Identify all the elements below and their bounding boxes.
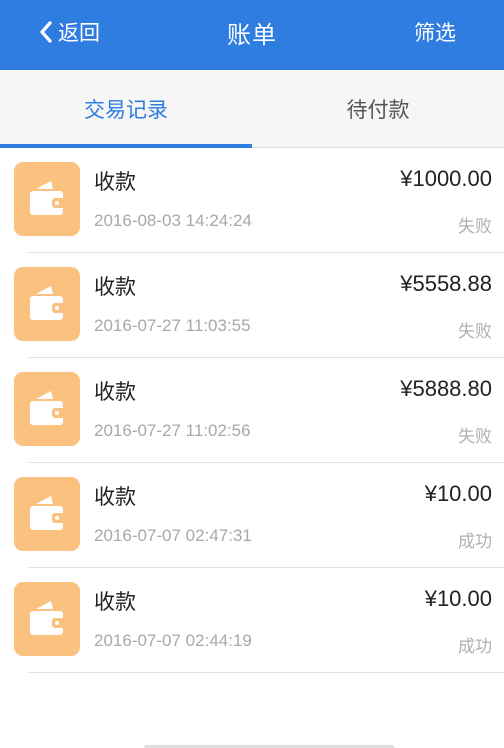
tab-bar: 交易记录 待付款 [0, 70, 504, 148]
transaction-title: 收款 [94, 590, 136, 614]
transaction-amount: ¥10.00 [424, 586, 492, 611]
transaction-row[interactable]: 收款 2016-07-07 02:47:31 ¥10.00 成功 [0, 463, 504, 568]
transaction-row[interactable]: 收款 2016-07-27 11:03:55 ¥5558.88 失败 [0, 253, 504, 358]
wallet-icon [14, 372, 80, 446]
wallet-icon [14, 582, 80, 656]
transaction-time: 2016-07-07 02:44:19 [94, 631, 252, 650]
transaction-time: 2016-08-03 14:24:24 [94, 211, 252, 230]
transaction-title: 收款 [94, 380, 136, 404]
filter-button[interactable]: 筛选 [414, 17, 456, 47]
transaction-status: 失败 [458, 427, 492, 447]
transaction-time: 2016-07-07 02:47:31 [94, 526, 252, 545]
wallet-icon [14, 477, 80, 551]
transaction-row[interactable]: 收款 2016-07-27 11:02:56 ¥5888.80 失败 [0, 358, 504, 463]
transaction-status: 失败 [458, 217, 492, 237]
transaction-list: 收款 2016-08-03 14:24:24 ¥1000.00 失败 收款 20… [0, 148, 504, 673]
wallet-icon [14, 267, 80, 341]
transaction-row[interactable]: 收款 2016-08-03 14:24:24 ¥1000.00 失败 [0, 148, 504, 253]
navigation-bar: 返回 账单 筛选 [0, 0, 504, 70]
transaction-amount: ¥1000.00 [400, 166, 492, 191]
transaction-amount: ¥5558.88 [400, 271, 492, 296]
transaction-amount: ¥5888.80 [400, 376, 492, 401]
transaction-title: 收款 [94, 170, 136, 194]
tab-label: 待付款 [346, 97, 410, 122]
transaction-title: 收款 [94, 485, 136, 509]
wallet-icon [14, 162, 80, 236]
tab-pending-payment[interactable]: 待付款 [252, 70, 504, 147]
row-divider [28, 672, 504, 673]
transaction-time: 2016-07-27 11:02:56 [94, 421, 251, 440]
transaction-status: 失败 [458, 322, 492, 342]
tab-label: 交易记录 [84, 97, 168, 122]
tab-transaction-records[interactable]: 交易记录 [0, 70, 252, 147]
transaction-time: 2016-07-27 11:03:55 [94, 316, 251, 335]
transaction-title: 收款 [94, 275, 136, 299]
transaction-status: 成功 [458, 532, 492, 552]
transaction-status: 成功 [458, 637, 492, 657]
transaction-row[interactable]: 收款 2016-07-07 02:44:19 ¥10.00 成功 [0, 568, 504, 673]
transaction-amount: ¥10.00 [424, 481, 492, 506]
